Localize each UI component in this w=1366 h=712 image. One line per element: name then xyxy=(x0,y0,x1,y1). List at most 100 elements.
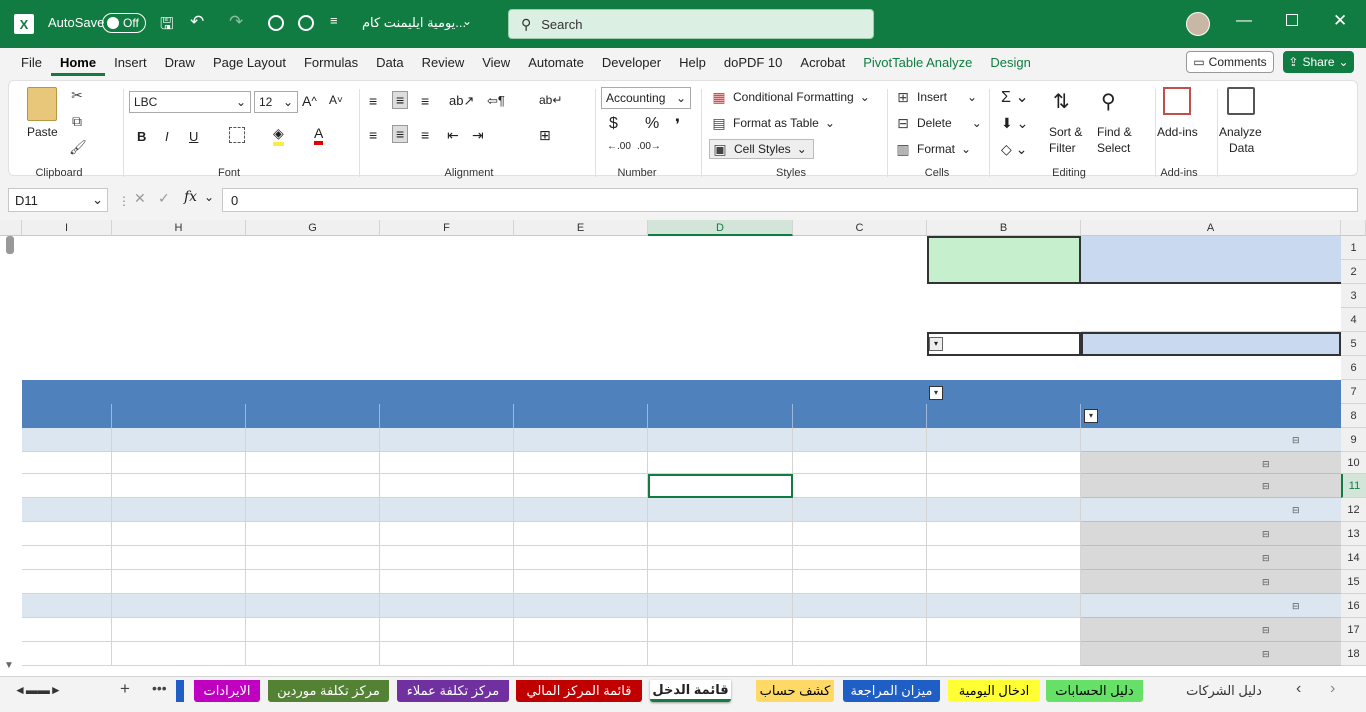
data-cell-9-4[interactable] xyxy=(514,618,648,642)
data-cell-6-7[interactable] xyxy=(112,546,246,570)
row-label-6[interactable] xyxy=(1081,546,1341,570)
restore-icon[interactable] xyxy=(1286,14,1298,26)
align-right-icon[interactable]: ≡ xyxy=(421,127,429,143)
align-top-icon[interactable]: ≡ xyxy=(369,93,377,109)
data-cell-6-1[interactable] xyxy=(927,546,1081,570)
data-cell-2-4[interactable] xyxy=(514,452,648,474)
collapse-icon[interactable]: ⊟ xyxy=(1262,481,1270,492)
format-as-table-button[interactable]: ▤ Format as Table ⌄ xyxy=(711,115,835,131)
row-header-8[interactable]: 8 xyxy=(1341,404,1366,428)
align-bottom-icon[interactable]: ≡ xyxy=(421,93,429,109)
data-cell-7-4[interactable] xyxy=(514,570,648,594)
more-sheets-icon[interactable]: ••• xyxy=(152,680,167,696)
fill-color-icon[interactable]: ◈ xyxy=(273,125,284,146)
data-cell-6-4[interactable] xyxy=(514,546,648,570)
record-icon[interactable] xyxy=(268,15,284,31)
sort-filter-icon[interactable]: ⇅ xyxy=(1053,89,1070,114)
data-cell-4-8[interactable] xyxy=(22,498,112,522)
month-header-4[interactable] xyxy=(514,404,648,428)
row-header-11[interactable]: 11 xyxy=(1341,474,1366,498)
column-header-b[interactable]: B xyxy=(927,220,1081,236)
data-cell-6-5[interactable] xyxy=(380,546,514,570)
sheet-tab-5[interactable]: كشف حساب xyxy=(756,680,834,702)
insert-cells-button[interactable]: ⊞ Insert ⌄ xyxy=(895,89,977,105)
data-cell-3-2[interactable] xyxy=(793,474,927,498)
data-cell-3-3[interactable] xyxy=(648,474,793,498)
month-header-5[interactable] xyxy=(380,404,514,428)
decrease-font-icon[interactable]: A ˅ xyxy=(329,93,343,107)
data-cell-3-4[interactable] xyxy=(514,474,648,498)
row-header-6[interactable]: 6 xyxy=(1341,356,1366,380)
row-header-14[interactable]: 14 xyxy=(1341,546,1366,570)
row-header-4[interactable]: 4 xyxy=(1341,308,1366,332)
record-icon-2[interactable] xyxy=(298,15,314,31)
scroll-tabs-right-icon[interactable]: › xyxy=(1330,680,1335,698)
chevron-down-icon[interactable]: ⌄ xyxy=(462,14,472,28)
column-header-c[interactable]: C xyxy=(793,220,927,236)
scroll-tabs-left-icon[interactable]: ‹ xyxy=(1296,680,1301,698)
row-label-2[interactable] xyxy=(1081,452,1341,474)
column-header-g[interactable]: G xyxy=(246,220,380,236)
column-header-a[interactable]: A xyxy=(1081,220,1341,236)
row-label-5[interactable] xyxy=(1081,522,1341,546)
chevron-down-icon[interactable]: ⌄ xyxy=(204,190,214,204)
data-cell-4-4[interactable] xyxy=(514,498,648,522)
data-cell-8-2[interactable] xyxy=(793,594,927,618)
addins-icon[interactable] xyxy=(1163,87,1191,115)
sheet-tab-9[interactable]: مركز تكلفة موردين xyxy=(268,680,389,702)
decrease-decimal-icon[interactable]: .00→ xyxy=(637,141,661,152)
align-left-icon[interactable]: ≡ xyxy=(369,127,377,143)
data-cell-10-4[interactable] xyxy=(514,642,648,666)
find-select-icon[interactable]: ⚲ xyxy=(1101,89,1116,114)
column-labels-filter-icon[interactable]: ▾ xyxy=(929,386,943,400)
data-cell-3-5[interactable] xyxy=(380,474,514,498)
data-cell-6-2[interactable] xyxy=(793,546,927,570)
sheet-tab-3[interactable]: ادخال اليومية xyxy=(948,680,1040,702)
data-cell-9-8[interactable] xyxy=(22,618,112,642)
row-header-3[interactable]: 3 xyxy=(1341,284,1366,308)
data-cell-5-4[interactable] xyxy=(514,522,648,546)
add-sheet-icon[interactable]: + xyxy=(120,679,130,699)
row-header-12[interactable]: 12 xyxy=(1341,498,1366,522)
row-label-8[interactable] xyxy=(1081,594,1341,618)
comments-button[interactable]: ▭ Comments xyxy=(1186,51,1274,73)
data-cell-3-1[interactable] xyxy=(927,474,1081,498)
data-cell-5-3[interactable] xyxy=(648,522,793,546)
data-cell-1-3[interactable] xyxy=(648,428,793,452)
close-icon[interactable]: ✕ xyxy=(1333,11,1347,31)
orientation-icon[interactable]: ab↗ xyxy=(449,93,474,109)
data-cell-8-4[interactable] xyxy=(514,594,648,618)
collapse-icon[interactable]: ⊟ xyxy=(1262,459,1270,470)
data-cell-9-3[interactable] xyxy=(648,618,793,642)
data-cell-2-1[interactable] xyxy=(927,452,1081,474)
data-cell-2-5[interactable] xyxy=(380,452,514,474)
paste-icon[interactable] xyxy=(27,87,57,121)
data-cell-5-6[interactable] xyxy=(246,522,380,546)
column-header-f[interactable]: F xyxy=(380,220,514,236)
tab-acrobat[interactable]: Acrobat xyxy=(791,48,854,76)
data-cell-2-8[interactable] xyxy=(22,452,112,474)
row-labels-cell[interactable] xyxy=(1081,404,1341,428)
data-cell-9-7[interactable] xyxy=(112,618,246,642)
data-cell-9-5[interactable] xyxy=(380,618,514,642)
redo-icon[interactable]: ↷ xyxy=(229,12,243,32)
tab-insert[interactable]: Insert xyxy=(105,48,156,76)
data-cell-8-3[interactable] xyxy=(648,594,793,618)
scroll-down-icon[interactable]: ▼ xyxy=(4,660,14,671)
find-select-label-2[interactable]: Select xyxy=(1097,141,1130,155)
data-cell-8-1[interactable] xyxy=(927,594,1081,618)
align-center-icon[interactable]: ≡ xyxy=(392,125,409,143)
name-box[interactable]: D11 ⌄ xyxy=(8,188,108,212)
data-cell-10-5[interactable] xyxy=(380,642,514,666)
data-cell-5-7[interactable] xyxy=(112,522,246,546)
data-cell-4-1[interactable] xyxy=(927,498,1081,522)
data-cell-7-2[interactable] xyxy=(793,570,927,594)
autosave-toggle[interactable]: Off xyxy=(102,13,146,33)
copy-icon[interactable]: ⧉ xyxy=(69,113,85,129)
data-cell-7-8[interactable] xyxy=(22,570,112,594)
data-cell-2-7[interactable] xyxy=(112,452,246,474)
worksheet-grid[interactable]: ▼ I H G F E D C B A 1 2 3 4 5 6 7 8 9 10 11 12 13 14 15 16 17 18 ▾ ▾… xyxy=(0,220,1366,676)
row-header-17[interactable]: 17 xyxy=(1341,618,1366,642)
data-cell-7-5[interactable] xyxy=(380,570,514,594)
increase-indent-icon[interactable]: ⇥ xyxy=(472,127,484,144)
